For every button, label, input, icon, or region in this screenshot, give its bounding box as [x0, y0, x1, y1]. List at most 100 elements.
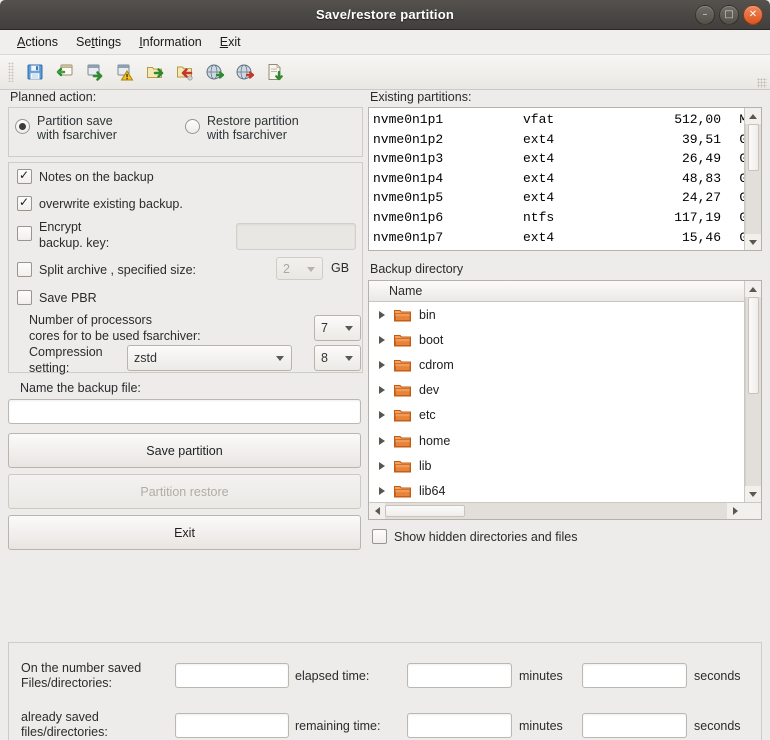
expander-triangle-icon[interactable]	[379, 461, 385, 470]
chevron-down-icon	[307, 266, 315, 272]
partition-row[interactable]: nvme0n1p6ntfs117,19GB	[369, 208, 761, 228]
toolbar	[0, 55, 770, 90]
expander-triangle-icon[interactable]	[379, 386, 385, 395]
remaining-minutes-input[interactable]	[407, 713, 512, 738]
expander-triangle-icon[interactable]	[379, 436, 385, 445]
partition-restore-button[interactable]: Partition restore	[8, 474, 361, 509]
remaining-seconds-input[interactable]	[582, 713, 687, 738]
radio-partition-save-indicator	[15, 119, 30, 134]
tree-item[interactable]: lib	[369, 453, 743, 478]
partition-row[interactable]: nvme0n1p2ext439,51GB	[369, 130, 761, 150]
tree-scroll-left-button[interactable]	[369, 503, 385, 519]
partitions-scroll-thumb[interactable]	[748, 124, 759, 171]
tree-horizontal-scrollbar[interactable]	[369, 502, 761, 519]
tree-item[interactable]: bin	[369, 302, 743, 327]
scroll-up-button[interactable]	[745, 108, 761, 124]
menu-settings[interactable]: Settings	[67, 32, 130, 52]
partition-row[interactable]: nvme0n1p7ext415,46GB	[369, 228, 761, 248]
tree-item[interactable]: boot	[369, 327, 743, 352]
saved-count-input[interactable]	[175, 663, 289, 688]
menu-information[interactable]: Information	[130, 32, 211, 52]
tree-item[interactable]: dev	[369, 378, 743, 403]
tree-hscroll-track[interactable]	[385, 503, 727, 519]
resize-grip[interactable]	[757, 78, 767, 88]
partition-row[interactable]: nvme0n1p4ext448,83GB	[369, 169, 761, 189]
cores-label: Number of processors cores for to be use…	[29, 313, 201, 343]
already-saved-input[interactable]	[175, 713, 289, 738]
tree-scroll-down-button[interactable]	[745, 486, 761, 502]
radio-partition-save[interactable]: Partition save with fsarchiver	[15, 113, 185, 142]
tree-column-header-name[interactable]: Name	[369, 281, 761, 302]
save-partition-button[interactable]: Save partition	[8, 433, 361, 468]
folder-icon	[394, 333, 411, 347]
expander-triangle-icon[interactable]	[379, 310, 385, 319]
encrypt-backup-checkbox[interactable]: Encrypt backup. key:	[17, 219, 109, 251]
expander-triangle-icon[interactable]	[379, 335, 385, 344]
tree-vertical-scrollbar[interactable]	[744, 281, 761, 502]
menu-exit[interactable]: Exit	[211, 32, 250, 52]
partitions-vertical-scrollbar[interactable]	[744, 108, 761, 250]
backup-directory-tree[interactable]: Name binbootcdromdevetchomeliblib64lost+…	[368, 280, 762, 520]
compression-level-spinner[interactable]: 8	[314, 345, 361, 371]
split-size-spinner[interactable]: 2	[276, 257, 323, 280]
window-warning-icon[interactable]	[110, 58, 140, 86]
triangle-down-icon	[749, 239, 757, 245]
folder-import-red-icon[interactable]	[170, 58, 200, 86]
tree-item[interactable]: home	[369, 428, 743, 453]
expander-triangle-icon[interactable]	[379, 411, 385, 420]
save-pbr-checkbox[interactable]: Save PBR	[17, 290, 97, 305]
status-panel: On the number saved Files/directories: e…	[8, 642, 762, 740]
elapsed-seconds-input[interactable]	[582, 663, 687, 688]
chevron-down-icon	[276, 356, 284, 361]
split-archive-checkbox[interactable]: Split archive , specified size:	[17, 262, 196, 277]
cores-spinner[interactable]: 7	[314, 315, 361, 341]
minimize-icon: –	[702, 9, 708, 20]
partitions-scroll-track[interactable]	[745, 124, 761, 234]
scroll-down-button[interactable]	[745, 234, 761, 250]
folder-icon	[394, 434, 411, 448]
tree-scroll-track[interactable]	[745, 297, 761, 486]
backup-name-input[interactable]	[8, 399, 361, 424]
encrypt-key-input[interactable]	[236, 223, 356, 250]
expander-triangle-icon[interactable]	[379, 486, 385, 495]
notes-on-backup-checkbox[interactable]: Notes on the backup	[17, 168, 154, 184]
maximize-button[interactable]: □	[719, 5, 739, 25]
elapsed-minutes-input[interactable]	[407, 663, 512, 688]
folder-export-icon[interactable]	[140, 58, 170, 86]
show-hidden-checkbox[interactable]: Show hidden directories and files	[372, 529, 762, 544]
tree-scroll-up-button[interactable]	[745, 281, 761, 297]
existing-partitions-list[interactable]: nvme0n1p1vfat512,00MBnvme0n1p2ext439,51G…	[368, 107, 762, 251]
compression-combo[interactable]: zstd	[127, 345, 292, 371]
partition-size: 117,19	[674, 209, 721, 225]
tree-rows-container: binbootcdromdevetchomeliblib64lost+found…	[369, 302, 743, 501]
menu-actions[interactable]: Actions	[8, 32, 67, 52]
radio-restore-partition[interactable]: Restore partition with fsarchiver	[185, 113, 299, 142]
partition-row[interactable]: nvme0n1p5ext424,27GB	[369, 188, 761, 208]
tree-item[interactable]: lib64	[369, 478, 743, 501]
exit-button[interactable]: Exit	[8, 515, 361, 550]
save-floppy-icon[interactable]	[20, 58, 50, 86]
toolbar-grip[interactable]	[8, 62, 14, 82]
tree-item[interactable]: etc	[369, 403, 743, 428]
window-title: Save/restore partition	[315, 7, 455, 22]
globe-green-arrow-icon[interactable]	[200, 58, 230, 86]
partition-row[interactable]: nvme0n1p1vfat512,00MB	[369, 110, 761, 130]
tree-scroll-right-button[interactable]	[727, 503, 743, 519]
expander-triangle-icon[interactable]	[379, 360, 385, 369]
tree-item[interactable]: cdrom	[369, 352, 743, 377]
tree-hscroll-thumb[interactable]	[385, 505, 465, 517]
tree-scroll-thumb[interactable]	[748, 297, 759, 394]
split-archive-label: Split archive , specified size:	[39, 262, 197, 277]
close-button[interactable]: ✕	[743, 5, 763, 25]
maximize-icon: □	[724, 9, 734, 20]
minimize-button[interactable]: –	[695, 5, 715, 25]
planned-action-group: Partition save with fsarchiver Restore p…	[8, 107, 363, 157]
document-green-arrow-icon[interactable]	[260, 58, 290, 86]
restore-green-arrow-icon[interactable]	[50, 58, 80, 86]
partition-row[interactable]: nvme0n1p3ext426,49GB	[369, 149, 761, 169]
folder-icon	[394, 383, 411, 397]
partition-filesystem: ext4	[523, 131, 555, 147]
overwrite-backup-checkbox[interactable]: overwrite existing backup.	[17, 195, 183, 211]
save-window-green-arrow-icon[interactable]	[80, 58, 110, 86]
globe-red-arrow-icon[interactable]	[230, 58, 260, 86]
